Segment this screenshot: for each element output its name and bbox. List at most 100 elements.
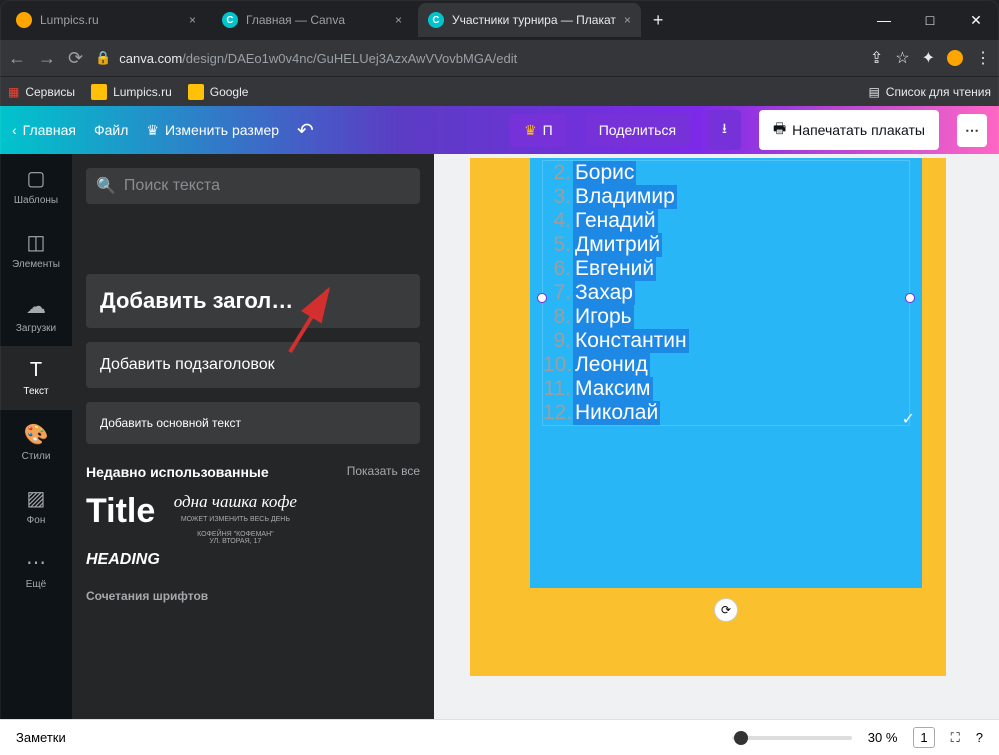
poster-inner: ✓ 2.Борис3.Владимир4.Генадий5.Дмитрий6.Е… (530, 158, 922, 588)
more-icon: ⋯ (26, 550, 46, 575)
lock-icon: 🔒 (95, 50, 111, 66)
resize-button[interactable]: ♛ Изменить размер (146, 122, 279, 139)
tab-title: Участники турнира — Плакат (452, 13, 616, 27)
browser-tab[interactable]: C Главная — Canva × (212, 3, 412, 37)
add-heading-button[interactable]: Добавить загол… (86, 274, 420, 328)
tab-title: Главная — Canva (246, 13, 345, 27)
text-box[interactable]: ✓ 2.Борис3.Владимир4.Генадий5.Дмитрий6.Е… (542, 160, 910, 426)
palette-icon: 🎨 (24, 422, 49, 447)
home-button[interactable]: ‹ Главная (12, 122, 76, 138)
fullscreen-button[interactable]: ⛶ (951, 730, 960, 746)
list-item: 5.Дмитрий (543, 233, 909, 257)
menu-button[interactable]: ⋮ (975, 48, 991, 68)
notes-button[interactable]: Заметки (16, 730, 66, 745)
print-button[interactable]: 🖶 Напечатать плакаты (759, 110, 939, 150)
print-icon: 🖶 (773, 118, 786, 142)
zoom-slider[interactable] (732, 736, 852, 740)
folder-icon (188, 84, 204, 100)
favicon-icon (16, 12, 32, 28)
resize-handle[interactable] (537, 293, 547, 303)
check-icon[interactable]: ✓ (902, 409, 915, 429)
rail-more[interactable]: ⋯Ещё (0, 538, 72, 602)
text-template[interactable]: Title HEADING (86, 492, 160, 569)
text-template[interactable]: одна чашка кофе МОЖЕТ ИЗМЕНИТЬ ВЕСЬ ДЕНЬ… (174, 492, 297, 569)
folder-icon (91, 84, 107, 100)
chevron-left-icon: ‹ (12, 122, 17, 138)
list-item: 9.Константин (543, 329, 909, 353)
new-tab-button[interactable]: + (641, 10, 676, 31)
help-button[interactable]: ? (976, 730, 983, 745)
templates-icon: ▢ (27, 166, 46, 191)
list-item: 6.Евгений (543, 257, 909, 281)
hatch-icon: ▨ (27, 486, 46, 511)
close-icon[interactable]: × (189, 13, 196, 27)
rail-styles[interactable]: 🎨Стили (0, 410, 72, 474)
list-item: 7.Захар (543, 281, 909, 305)
rotate-handle[interactable]: ⟳ (714, 598, 738, 622)
font-combos-header: Сочетания шрифтов (86, 589, 420, 603)
close-icon[interactable]: × (395, 13, 402, 27)
favicon-icon: C (222, 12, 238, 28)
favicon-icon: C (428, 12, 444, 28)
browser-tab[interactable]: C Участники турнира — Плакат × (418, 3, 641, 37)
list-item: 4.Генадий (543, 209, 909, 233)
extension-icon[interactable]: ✦ (922, 48, 935, 68)
search-input[interactable]: 🔍 Поиск текста (86, 168, 420, 204)
address-bar: ← → ⟳ 🔒 canva.com/design/DAEo1w0v4nc/GuH… (0, 40, 999, 76)
slider-knob[interactable] (734, 731, 748, 745)
add-body-button[interactable]: Добавить основной текст (86, 402, 420, 444)
share-icon[interactable]: ⇪ (870, 48, 883, 68)
show-all-link[interactable]: Показать все (347, 464, 420, 480)
rail-background[interactable]: ▨Фон (0, 474, 72, 538)
download-button[interactable]: ⭳ (708, 110, 741, 150)
list-item: 11.Максим (543, 377, 909, 401)
resize-handle[interactable] (905, 293, 915, 303)
list-item: 10.Леонид (543, 353, 909, 377)
rail-templates[interactable]: ▢Шаблоны (0, 154, 72, 218)
list-item: 2.Борис (543, 161, 909, 185)
maximize-button[interactable]: □ (907, 0, 953, 40)
rail-text[interactable]: TТекст (0, 346, 72, 410)
bookmarks-bar: ▦Сервисы Lumpics.ru Google ▤ Список для … (0, 76, 999, 106)
url-field[interactable]: 🔒 canva.com/design/DAEo1w0v4nc/GuHELUej3… (95, 50, 858, 66)
tab-title: Lumpics.ru (40, 13, 99, 27)
recently-used-header: Недавно использованные Показать все (86, 464, 420, 480)
bookmark-item[interactable]: Lumpics.ru (91, 84, 172, 100)
poster[interactable]: ✓ 2.Борис3.Владимир4.Генадий5.Дмитрий6.Е… (470, 158, 946, 676)
canvas-area[interactable]: ✓ 2.Борис3.Владимир4.Генадий5.Дмитрий6.Е… (434, 154, 999, 719)
rail-elements[interactable]: ◫Элементы (0, 218, 72, 282)
bookmark-item[interactable]: Google (188, 84, 249, 100)
close-button[interactable]: ✕ (953, 0, 999, 40)
zoom-value: 30 % (868, 730, 898, 745)
bottom-bar: Заметки 30 % 1 ⛶ ? (0, 719, 999, 755)
add-subheading-button[interactable]: Добавить подзаголовок (86, 342, 420, 388)
crown-icon: ♛ (524, 122, 537, 139)
undo-button[interactable]: ↶ (297, 118, 314, 143)
share-button[interactable]: Поделиться (585, 114, 690, 146)
side-rail: ▢Шаблоны ◫Элементы ☁Загрузки TТекст 🎨Сти… (0, 154, 72, 719)
file-menu[interactable]: Файл (94, 122, 128, 138)
list-item: 3.Владимир (543, 185, 909, 209)
reload-button[interactable]: ⟳ (68, 48, 83, 69)
browser-tab[interactable]: Lumpics.ru × (6, 3, 206, 37)
back-button[interactable]: ← (8, 48, 26, 69)
window-titlebar: Lumpics.ru × C Главная — Canva × C Участ… (0, 0, 999, 40)
search-icon: 🔍 (96, 176, 116, 196)
star-icon[interactable]: ☆ (895, 48, 909, 68)
profile-avatar[interactable] (947, 50, 963, 66)
list-item: 8.Игорь (543, 305, 909, 329)
crown-icon: ♛ (146, 122, 159, 139)
crown-badge[interactable]: ♛ П (510, 114, 567, 147)
rail-uploads[interactable]: ☁Загрузки (0, 282, 72, 346)
minimize-button[interactable]: ― (861, 0, 907, 40)
close-icon[interactable]: × (624, 13, 631, 27)
download-icon: ⭳ (722, 118, 727, 142)
page-indicator[interactable]: 1 (913, 727, 934, 748)
canva-topbar: ‹ Главная Файл ♛ Изменить размер ↶ ♛ П П… (0, 106, 999, 154)
elements-icon: ◫ (27, 230, 46, 255)
reading-list[interactable]: ▤ Список для чтения (868, 85, 991, 99)
more-button[interactable]: ⋯ (957, 114, 987, 147)
main-area: ▢Шаблоны ◫Элементы ☁Загрузки TТекст 🎨Сти… (0, 154, 999, 719)
forward-button[interactable]: → (38, 48, 56, 69)
bookmark-services[interactable]: ▦Сервисы (8, 85, 75, 99)
